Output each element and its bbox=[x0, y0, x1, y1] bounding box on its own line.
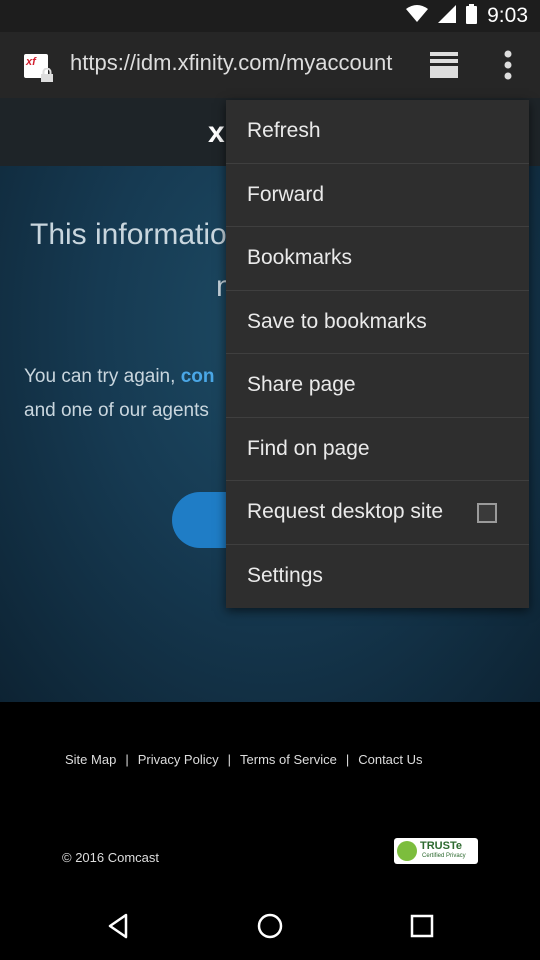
system-nav-bar bbox=[0, 890, 540, 960]
tabs-icon[interactable] bbox=[424, 48, 464, 82]
menu-item-label: Request desktop site bbox=[247, 500, 444, 524]
menu-item-share-page[interactable]: Share page bbox=[226, 354, 529, 418]
menu-item-refresh[interactable]: Refresh bbox=[226, 100, 529, 164]
footer-link-contact-us[interactable]: Contact Us bbox=[358, 752, 422, 767]
footer-separator: | bbox=[227, 752, 232, 767]
contact-link[interactable]: con bbox=[181, 366, 215, 387]
url-field[interactable]: https://idm.xfinity.com/myaccount bbox=[70, 50, 402, 76]
menu-item-save-to-bookmarks[interactable]: Save to bookmarks bbox=[226, 291, 529, 354]
desktop-site-checkbox[interactable] bbox=[477, 503, 497, 523]
site-footer: Site Map | Privacy Policy | Terms of Ser… bbox=[0, 702, 540, 890]
menu-item-label: Forward bbox=[247, 182, 325, 206]
xfinity-logo: x bbox=[208, 116, 225, 149]
menu-item-label: Save to bookmarks bbox=[247, 309, 427, 333]
footer-link-privacy-policy[interactable]: Privacy Policy bbox=[138, 752, 219, 767]
truste-seal-icon bbox=[397, 841, 417, 861]
menu-item-label: Find on page bbox=[247, 436, 370, 460]
signal-icon bbox=[438, 4, 457, 28]
info-text: You can try again, con bbox=[24, 366, 214, 388]
menu-item-label: Refresh bbox=[247, 119, 321, 143]
menu-item-bookmarks[interactable]: Bookmarks bbox=[226, 227, 529, 291]
footer-separator: | bbox=[345, 752, 350, 767]
footer-link-terms-of-service[interactable]: Terms of Service bbox=[240, 752, 337, 767]
back-icon[interactable] bbox=[104, 912, 132, 940]
menu-item-label: Share page bbox=[247, 373, 356, 397]
info-heading: This information bbox=[30, 218, 244, 251]
lock-icon bbox=[41, 68, 53, 82]
menu-item-label: Settings bbox=[247, 564, 323, 588]
home-icon[interactable] bbox=[256, 912, 284, 940]
truste-badge-sublabel: Certified Privacy bbox=[422, 853, 466, 859]
info-text-prefix: You can try again, bbox=[24, 366, 181, 387]
truste-badge[interactable]: TRUSTe Certified Privacy bbox=[394, 838, 478, 864]
menu-item-request-desktop-site[interactable]: Request desktop site bbox=[226, 481, 529, 545]
footer-links: Site Map | Privacy Policy | Terms of Ser… bbox=[65, 752, 423, 767]
favicon-label: xf bbox=[26, 56, 36, 68]
browser-toolbar: xf https://idm.xfinity.com/myaccount bbox=[0, 32, 540, 98]
footer-link-site-map[interactable]: Site Map bbox=[65, 752, 116, 767]
menu-item-settings[interactable]: Settings bbox=[226, 545, 529, 609]
menu-item-forward[interactable]: Forward bbox=[226, 164, 529, 227]
menu-item-label: Bookmarks bbox=[247, 246, 353, 270]
menu-item-find-on-page[interactable]: Find on page bbox=[226, 418, 529, 481]
status-time: 9:03 bbox=[487, 4, 528, 27]
wifi-icon bbox=[406, 4, 429, 28]
browser-overflow-menu: Refresh Forward Bookmarks Save to bookma… bbox=[226, 100, 529, 608]
copyright-text: © 2016 Comcast bbox=[62, 850, 160, 865]
status-bar: 9:03 bbox=[0, 0, 540, 32]
info-text-continued: and one of our agents bbox=[24, 400, 209, 421]
overflow-menu-icon[interactable] bbox=[492, 46, 524, 84]
battery-icon bbox=[466, 3, 478, 29]
recents-icon[interactable] bbox=[408, 912, 436, 940]
truste-badge-label: TRUSTe bbox=[420, 840, 462, 852]
footer-separator: | bbox=[125, 752, 129, 767]
status-icons: 9:03 bbox=[406, 0, 528, 32]
